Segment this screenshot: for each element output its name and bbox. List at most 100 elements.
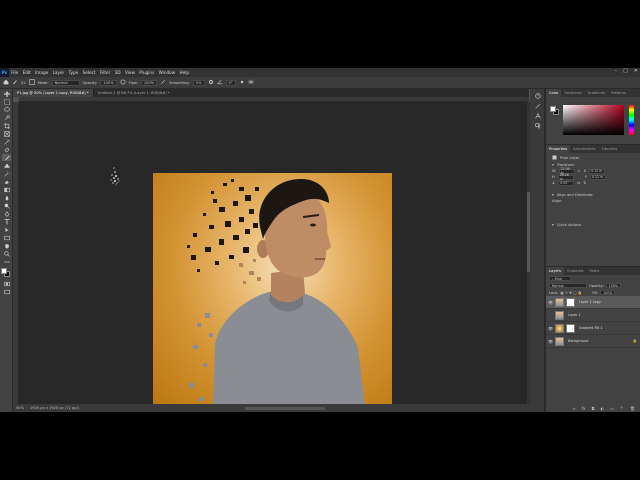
quick-actions-header[interactable]: ▾ Quick Actions [546, 222, 640, 228]
layer-name[interactable]: Layer 1 [568, 313, 581, 317]
eraser-tool-icon[interactable] [2, 178, 11, 185]
tab-untitled-1[interactable]: Untitled-1 @ 66.7% (Layer 1, RGB/8#) * [94, 89, 175, 97]
tab-channels[interactable]: Channels [564, 269, 587, 273]
pressure-size-icon[interactable] [239, 79, 245, 86]
color-picker-field[interactable] [563, 105, 624, 135]
brush-tool-button-icon[interactable] [2, 154, 11, 161]
dodge-tool-icon[interactable] [2, 202, 11, 209]
rectangle-tool-icon[interactable] [2, 234, 11, 241]
layer-name[interactable]: Gradient Fill 1 [579, 326, 603, 330]
layer-row[interactable]: 👁 Background 🔒 [546, 335, 640, 348]
blend-mode-select[interactable]: Normal [549, 283, 587, 288]
y-input[interactable]: 0.12 in [589, 174, 606, 180]
character-icon[interactable] [533, 112, 542, 119]
tab-swatches[interactable]: Swatches [561, 91, 584, 95]
adjustment-layer-icon[interactable]: ◐ [601, 406, 605, 411]
menu-window[interactable]: Window [156, 70, 177, 75]
hue-slider[interactable] [629, 105, 634, 135]
pen-tool-icon[interactable] [2, 210, 11, 217]
history-icon[interactable] [533, 92, 542, 99]
clone-stamp-tool-icon[interactable] [2, 162, 11, 169]
menu-edit[interactable]: Edit [20, 70, 32, 75]
layer-mask-thumbnail[interactable] [566, 323, 575, 333]
lock-icons[interactable]: ▦ ✎ ✥ ▢ 🔒 [560, 291, 582, 295]
document-info[interactable]: 1920 px x 1920 px (72 ppi) [30, 406, 79, 410]
layer-row[interactable]: Layer 1 [546, 309, 640, 322]
tab-paths[interactable]: Paths [587, 269, 603, 273]
flow-input[interactable]: 100% [140, 79, 158, 86]
link-icon[interactable]: ∞ [578, 169, 581, 173]
folder-icon[interactable]: ▭ [610, 406, 614, 411]
tab-p1[interactable]: P1.jpg @ 50% (Layer 1 copy, RGB/8#) * [13, 89, 94, 97]
brush-settings-icon[interactable] [28, 79, 35, 86]
paragraph-icon[interactable] [533, 122, 542, 129]
pressure-opacity-icon[interactable] [120, 79, 126, 86]
angle-input[interactable]: 0.00° [558, 180, 575, 186]
fx-icon[interactable]: fx [582, 406, 586, 411]
menu-help[interactable]: Help [177, 70, 191, 75]
quick-select-tool-icon[interactable] [2, 114, 11, 121]
fill-input[interactable]: 100% [600, 290, 616, 295]
tab-gradients[interactable]: Gradients [585, 91, 609, 95]
blur-tool-icon[interactable] [2, 194, 11, 201]
frame-tool-icon[interactable] [2, 130, 11, 137]
opacity-input[interactable]: 100% [100, 79, 117, 86]
more-tools-icon[interactable] [2, 258, 11, 265]
horizontal-scrollbar[interactable] [245, 406, 326, 410]
menu-image[interactable]: Image [33, 70, 51, 75]
type-tool-icon[interactable] [2, 218, 11, 225]
link-layers-icon[interactable]: ∞ [572, 406, 575, 411]
symmetry-icon[interactable] [248, 79, 254, 86]
layer-row[interactable]: 👁 Layer 1 copy [546, 296, 640, 309]
airbrush-icon[interactable] [160, 79, 166, 86]
close-button[interactable]: ✕ [634, 68, 638, 74]
tab-patterns[interactable]: Patterns [608, 91, 629, 95]
brushes-icon[interactable] [533, 102, 542, 109]
tab-libraries[interactable]: Libraries [599, 147, 621, 151]
home-icon[interactable] [3, 79, 9, 86]
height-input[interactable]: 26.26 in [557, 173, 574, 181]
screen-mode-icon[interactable] [2, 288, 11, 295]
layer-name[interactable]: Layer 1 copy [579, 300, 601, 304]
trash-icon[interactable]: 🗑 [630, 406, 635, 411]
x-input[interactable]: 0.12 in [589, 168, 606, 174]
history-brush-tool-icon[interactable] [2, 170, 11, 177]
smoothing-input[interactable]: 0% [192, 79, 205, 86]
brush-tool-icon[interactable] [12, 79, 18, 86]
zoom-level[interactable]: 50% [16, 406, 24, 410]
menu-file[interactable]: File [9, 70, 20, 75]
minimize-button[interactable]: – [615, 68, 618, 74]
marquee-tool-icon[interactable] [2, 98, 11, 105]
menu-type[interactable]: Type [66, 70, 80, 75]
lasso-tool-icon[interactable] [2, 106, 11, 113]
color-swatches[interactable] [0, 267, 13, 279]
new-layer-icon[interactable]: ＋ [620, 405, 624, 411]
menu-filter[interactable]: Filter [98, 70, 113, 75]
eye-icon[interactable]: 👁 [548, 300, 553, 305]
gear-icon[interactable] [208, 79, 214, 86]
menu-3d[interactable]: 3D [112, 70, 122, 75]
angle-input[interactable]: 0° [225, 79, 236, 86]
eye-icon[interactable]: 👁 [548, 326, 553, 331]
eyedropper-tool-icon[interactable] [2, 138, 11, 145]
menu-plugins[interactable]: Plugins [137, 70, 156, 75]
menu-layer[interactable]: Layer [50, 70, 66, 75]
kind-filter[interactable]: ⌕ Kind [549, 276, 571, 281]
canvas-area[interactable] [19, 102, 527, 407]
add-mask-icon[interactable]: ◘ [591, 406, 594, 411]
menu-view[interactable]: View [123, 70, 137, 75]
brush-size-value[interactable]: 22 [21, 81, 26, 85]
flip-vertical-icon[interactable]: ⇅ [583, 181, 586, 185]
move-tool-icon[interactable] [2, 90, 11, 97]
zoom-tool-icon[interactable] [2, 250, 11, 257]
layer-row[interactable]: 👁 Gradient Fill 1 [546, 322, 640, 335]
color-fg-swatch[interactable] [550, 106, 556, 112]
document-image[interactable] [153, 173, 392, 407]
crop-tool-icon[interactable] [2, 122, 11, 129]
foreground-color-swatch[interactable] [1, 268, 7, 274]
tab-adjustments[interactable]: Adjustments [570, 147, 599, 151]
hand-tool-icon[interactable] [2, 242, 11, 249]
tab-properties[interactable]: Properties [546, 145, 571, 153]
path-select-tool-icon[interactable] [2, 226, 11, 233]
layer-opacity-input[interactable]: 100% [605, 283, 621, 288]
